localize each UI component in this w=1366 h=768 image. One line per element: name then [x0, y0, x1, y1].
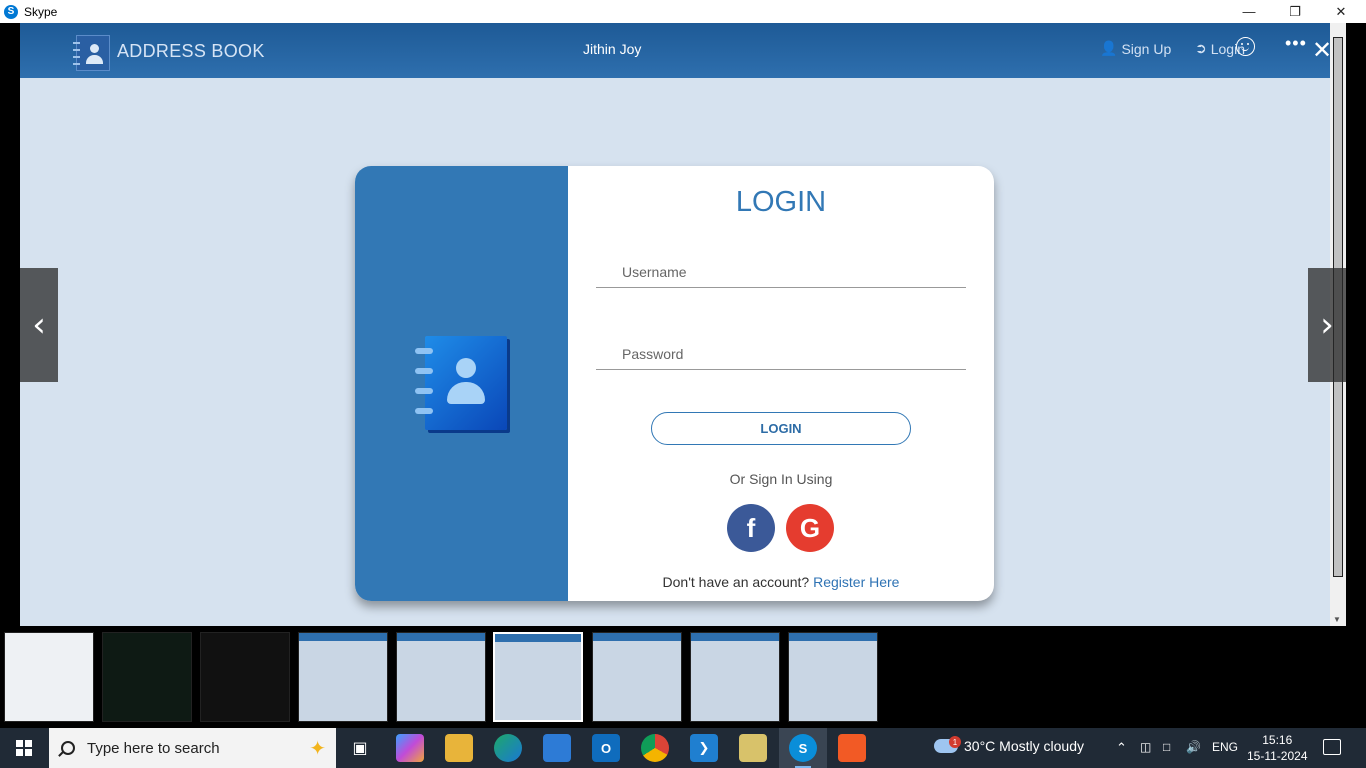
shared-screenshot: ADDRESS BOOK Jithin Joy 👤 Sign Up ➲ Login … — [20, 23, 1330, 626]
thumbnail-9[interactable] — [788, 632, 878, 722]
signup-link[interactable]: 👤 Sign Up — [1100, 40, 1171, 57]
clock-time: 15:16 — [1262, 733, 1293, 747]
google-login-button[interactable]: G — [786, 504, 834, 552]
notification-icon[interactable] — [1323, 739, 1341, 755]
brave-icon[interactable] — [838, 734, 866, 762]
search-icon — [61, 741, 75, 755]
skype-title-bar: S Skype — ❐ ✕ — [0, 0, 1366, 23]
file-explorer-icon[interactable] — [445, 734, 473, 762]
thumbnail-6-active[interactable] — [493, 632, 583, 722]
search-placeholder: Type here to search — [87, 739, 220, 757]
windows-taskbar: Type here to search ✦ ▣ O ❯ S 30°C Mostl… — [0, 728, 1366, 768]
close-window-button[interactable]: ✕ — [1318, 0, 1364, 23]
username-input[interactable] — [596, 256, 966, 288]
vscode-icon[interactable]: ❯ — [690, 734, 718, 762]
thumbnail-7[interactable] — [592, 632, 682, 722]
card-side-panel — [355, 166, 568, 601]
thumbnail-1[interactable] — [4, 632, 94, 722]
thumbnail-strip — [0, 626, 1366, 728]
react-emoji-icon[interactable] — [1236, 37, 1255, 56]
skype-logo-icon: S — [4, 4, 18, 19]
copilot-spark-icon: ✦ — [309, 738, 326, 760]
thumbnail-8[interactable] — [690, 632, 780, 722]
contact-book-icon — [415, 336, 507, 430]
login-form: LOGIN LOGIN Or Sign In Using f G Don't h… — [568, 166, 994, 601]
next-image-button[interactable]: › — [1308, 268, 1346, 382]
login-heading: LOGIN — [735, 186, 827, 218]
login-card: LOGIN LOGIN Or Sign In Using f G Don't h… — [355, 166, 994, 601]
more-options-icon[interactable]: ••• — [1285, 33, 1307, 54]
start-button[interactable] — [0, 728, 48, 768]
outlook-icon[interactable]: O — [592, 734, 620, 762]
password-input[interactable] — [596, 338, 966, 370]
taskbar-search[interactable]: Type here to search ✦ — [49, 728, 336, 768]
clock-date: 15-11-2024 — [1247, 749, 1308, 763]
chevron-right-icon: › — [1320, 305, 1334, 345]
thumbnail-4[interactable] — [298, 632, 388, 722]
address-book-logo-icon — [73, 35, 110, 71]
user-icon: 👤 — [1100, 40, 1118, 56]
taskbar-clock[interactable]: 15:16 15-11-2024 — [1247, 732, 1308, 764]
language-indicator[interactable]: ENG — [1212, 740, 1238, 754]
notepad-icon[interactable] — [739, 734, 767, 762]
register-prompt: Don't have an account? Register Here — [568, 574, 994, 590]
image-viewer: ADDRESS BOOK Jithin Joy 👤 Sign Up ➲ Login … — [0, 23, 1366, 630]
no-account-text: Don't have an account? — [662, 574, 810, 590]
login-arrow-icon: ➲ — [1195, 40, 1207, 56]
camera-icon[interactable]: ◫ — [1140, 740, 1151, 754]
volume-icon[interactable]: 🔊 — [1186, 740, 1201, 754]
chrome-icon[interactable] — [641, 734, 669, 762]
previous-image-button[interactable]: ‹ — [20, 268, 58, 382]
scroll-down-icon[interactable]: ▼ — [1333, 615, 1341, 624]
user-name: Jithin Joy — [583, 41, 642, 57]
weather-badge: 1 — [949, 736, 961, 748]
window-title: Skype — [24, 4, 58, 19]
tray-chevron-icon[interactable]: ⌃ — [1116, 740, 1127, 756]
windows-icon — [16, 740, 32, 756]
facebook-icon: f — [746, 512, 756, 543]
store-icon[interactable] — [543, 734, 571, 762]
skype-icon[interactable]: S — [789, 734, 817, 762]
task-view-icon[interactable]: ▣ — [346, 734, 374, 762]
facebook-login-button[interactable]: f — [727, 504, 775, 552]
weather-text: 30°C Mostly cloudy — [964, 738, 1084, 754]
thumbnail-3[interactable] — [200, 632, 290, 722]
thumbnail-2[interactable] — [102, 632, 192, 722]
brand-title: ADDRESS BOOK — [117, 41, 265, 61]
or-sign-in-text: Or Sign In Using — [729, 471, 833, 487]
copilot-icon[interactable] — [396, 734, 424, 762]
google-icon: G — [799, 512, 821, 543]
login-button[interactable]: LOGIN — [651, 412, 911, 445]
network-icon[interactable]: □ — [1163, 740, 1170, 754]
signup-label: Sign Up — [1121, 40, 1172, 57]
chevron-left-icon: ‹ — [32, 305, 46, 345]
minimize-button[interactable]: — — [1226, 0, 1272, 23]
app-header: ADDRESS BOOK Jithin Joy 👤 Sign Up ➲ Login — [20, 23, 1330, 78]
thumbnail-5[interactable] — [396, 632, 486, 722]
close-viewer-icon[interactable]: ✕ — [1312, 36, 1332, 65]
register-link[interactable]: Register Here — [813, 574, 899, 590]
restore-button[interactable]: ❐ — [1272, 0, 1318, 23]
edge-icon[interactable] — [494, 734, 522, 762]
